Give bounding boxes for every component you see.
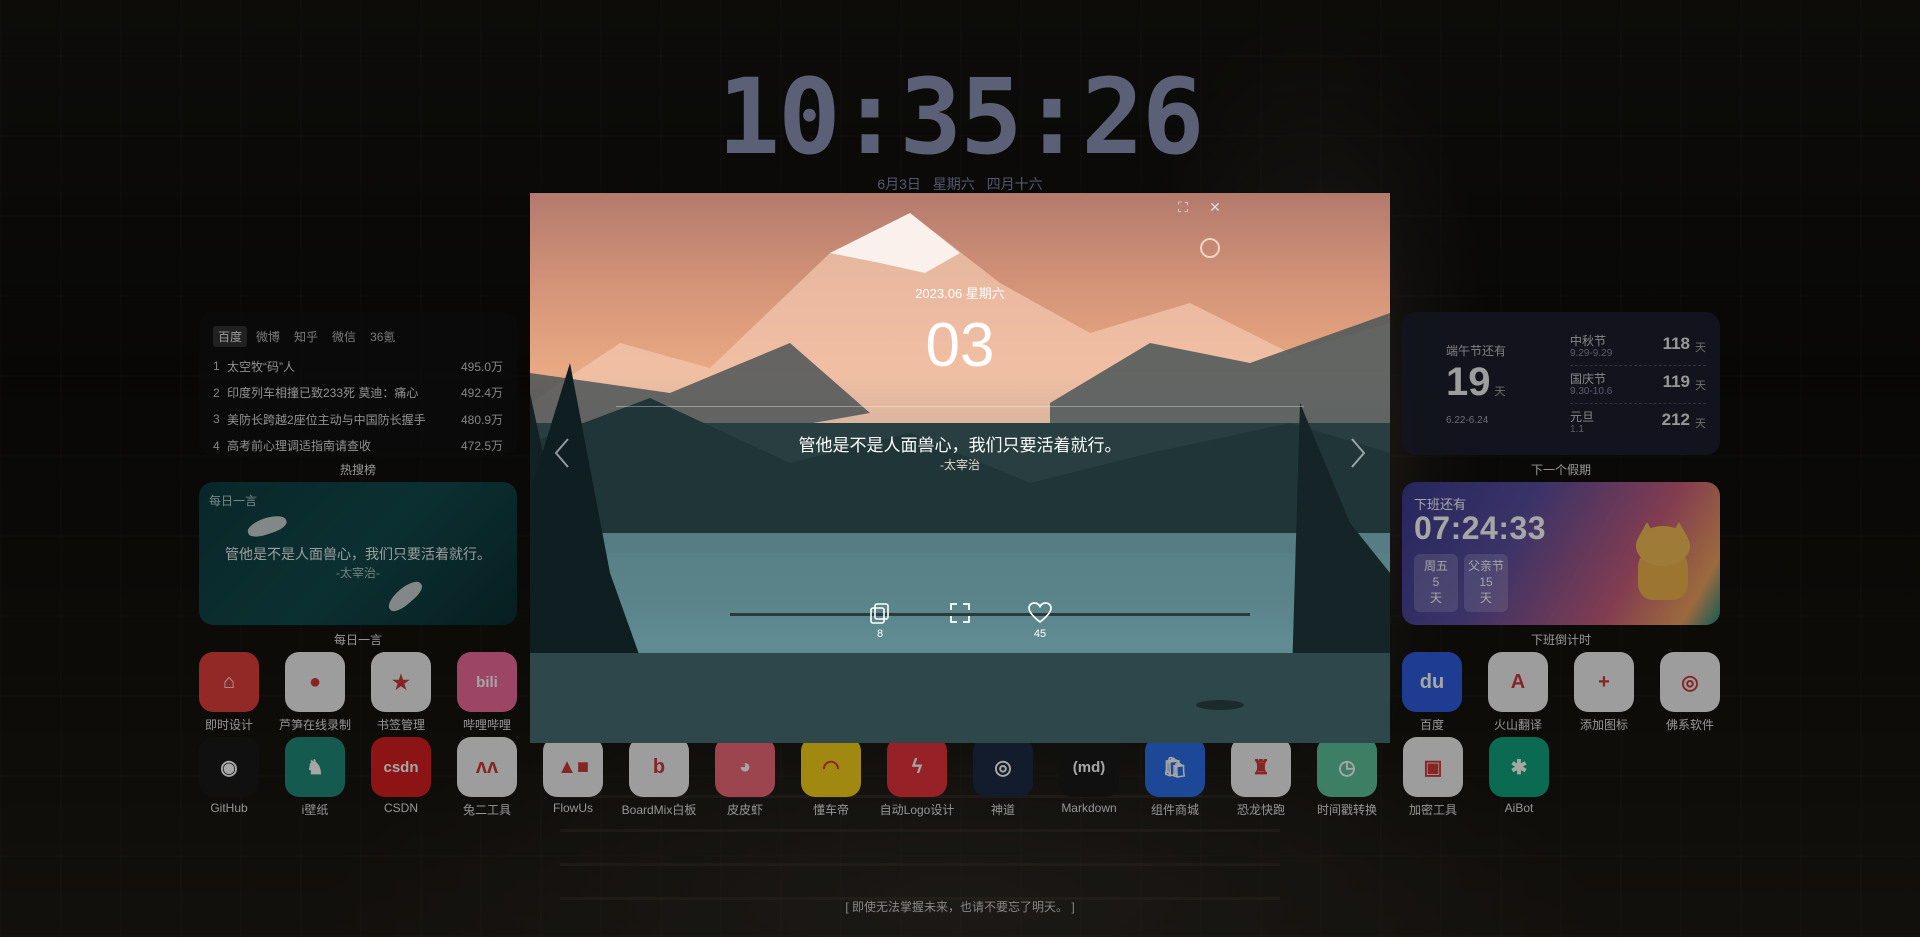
like-button[interactable]: 45 — [1020, 601, 1060, 640]
fullscreen-icon — [950, 603, 970, 623]
copy-count: 8 — [876, 628, 884, 640]
chevron-left-icon[interactable] — [548, 433, 578, 473]
heart-icon — [1028, 602, 1052, 624]
close-icon[interactable]: ✕ — [1204, 197, 1226, 219]
fullscreen-button[interactable] — [940, 601, 980, 628]
modal-author: -太宰治 — [940, 458, 980, 472]
modal-quote: 管他是不是人面兽心，我们只要活着就行。 — [798, 436, 1122, 455]
copy-button[interactable]: 8 — [860, 601, 900, 640]
chevron-right-icon[interactable] — [1342, 433, 1372, 473]
like-count: 45 — [1033, 628, 1047, 640]
modal-date: 2023.06 星期六 — [915, 286, 1005, 301]
daily-quote-modal: ⛶ ✕ 2023.06 星期六 03 管他是不是人面兽心，我们只要活着就行。 -… — [530, 193, 1390, 743]
copy-icon — [870, 603, 889, 624]
modal-divider — [616, 406, 1304, 407]
modal-day: 03 — [925, 311, 995, 380]
fullscreen-window-icon[interactable]: ⛶ — [1172, 197, 1194, 219]
